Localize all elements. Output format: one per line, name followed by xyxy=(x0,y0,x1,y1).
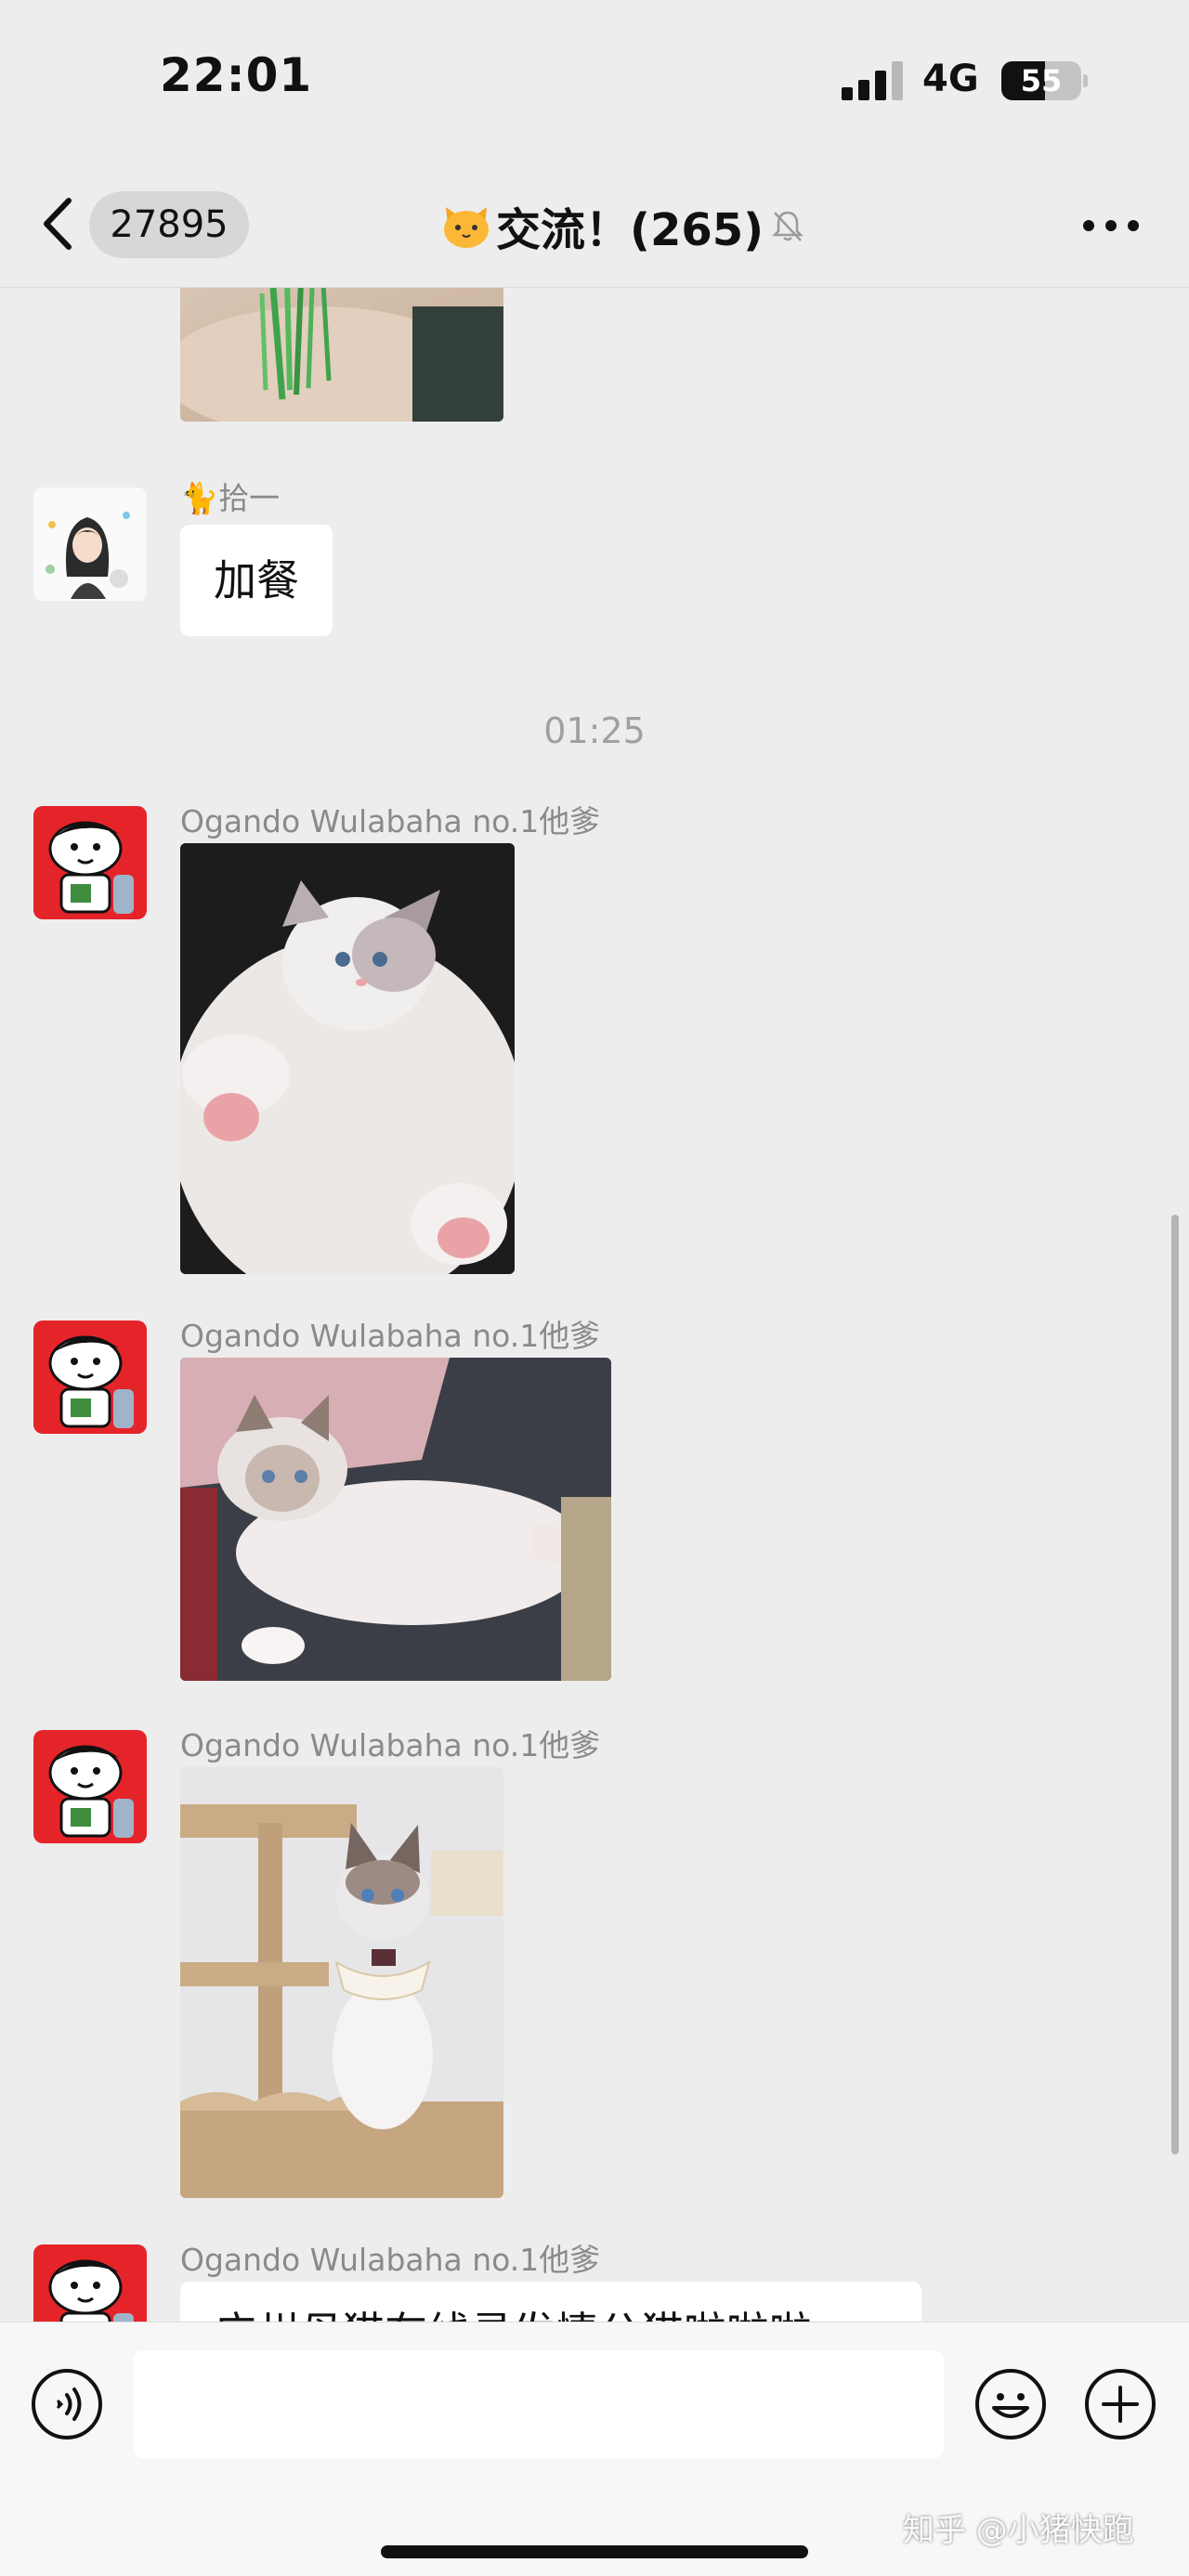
network-type: 4G xyxy=(922,58,979,100)
message-image-cat-tree[interactable] xyxy=(180,1767,503,2198)
back-chevron-icon[interactable] xyxy=(37,195,80,253)
message-bubble[interactable]: 广州母猫在线寻发情公猫啦啦啦 xyxy=(180,2282,921,2322)
status-time: 22:01 xyxy=(160,48,313,102)
home-indicator[interactable] xyxy=(381,2545,808,2558)
cat-photo xyxy=(180,1358,611,1681)
sender-name: Ogando Wulabaha no.1他爹 xyxy=(180,1318,601,1354)
time-divider: 01:25 xyxy=(543,710,646,751)
avatar-cartoon-boy xyxy=(33,1321,147,1434)
more-options-button[interactable] xyxy=(1083,215,1139,237)
emoji-icon[interactable] xyxy=(973,2367,1048,2441)
plus-icon[interactable] xyxy=(1083,2367,1157,2441)
cat-photo xyxy=(180,843,515,1274)
chat-title[interactable]: 交流！(265) xyxy=(440,189,806,263)
cat-face-icon xyxy=(444,207,489,248)
battery-tip xyxy=(1083,74,1088,87)
scrollbar-thumb[interactable] xyxy=(1171,1215,1179,2154)
avatar-cartoon-boy xyxy=(33,1730,147,1843)
voice-input-icon[interactable] xyxy=(30,2367,104,2441)
message-input[interactable] xyxy=(134,2350,944,2458)
cat-photo xyxy=(180,1767,503,2198)
battery-icon: 55 xyxy=(1001,61,1081,100)
avatar-cartoon-boy xyxy=(33,2244,147,2322)
sender-name: Ogando Wulabaha no.1他爹 xyxy=(180,2242,601,2278)
message-image-cat-lying[interactable] xyxy=(180,1358,611,1681)
unread-count-badge[interactable]: 27895 xyxy=(89,191,249,258)
cellular-signal-icon xyxy=(842,61,903,100)
avatar[interactable] xyxy=(33,2244,147,2322)
bell-slash-icon xyxy=(772,211,804,241)
chat-title-text: 交流！(265) xyxy=(496,204,764,256)
sender-name: Ogando Wulabaha no.1他爹 xyxy=(180,803,601,839)
avatar[interactable] xyxy=(33,1321,147,1434)
input-bar: 知乎 @小猪快跑 xyxy=(0,2322,1189,2576)
avatar-cartoon-boy xyxy=(33,806,147,919)
message-bubble[interactable]: 加餐 xyxy=(180,525,333,636)
sender-name: 🐈拾一 xyxy=(180,480,281,516)
avatar[interactable] xyxy=(33,488,147,601)
message-image-grass[interactable] xyxy=(180,288,503,422)
avatar[interactable] xyxy=(33,1730,147,1843)
message-image-cat-paws[interactable] xyxy=(180,843,515,1274)
avatar-girl-illustration xyxy=(33,488,147,601)
grass-photo xyxy=(180,288,503,422)
avatar[interactable] xyxy=(33,806,147,919)
message-list[interactable]: 🐈拾一 加餐 01:25 Ogando Wulabaha no.1他爹 Ogan… xyxy=(0,288,1189,2322)
sender-name: Ogando Wulabaha no.1他爹 xyxy=(180,1727,601,1763)
chat-header: 27895 交流！(265) xyxy=(0,163,1189,288)
status-bar: 22:01 4G 55 xyxy=(0,0,1189,163)
battery-level: 55 xyxy=(1020,63,1063,98)
watermark: 知乎 @小猪快跑 xyxy=(903,2512,1134,2549)
